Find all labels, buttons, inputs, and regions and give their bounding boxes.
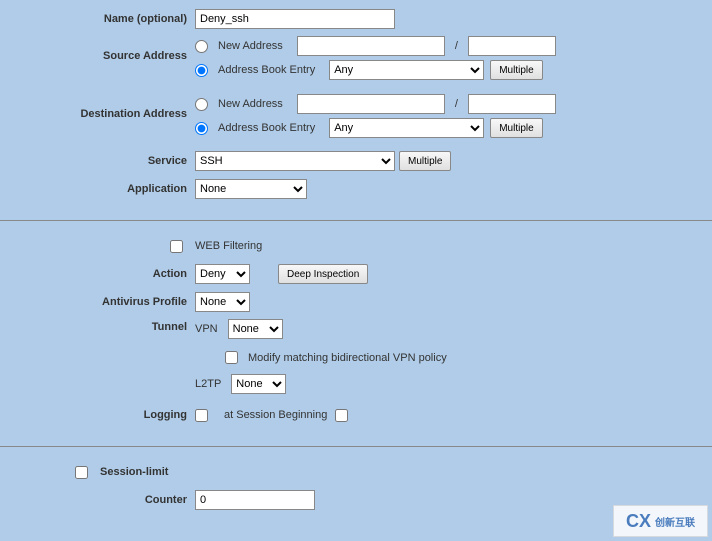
destination-new-address-text: New Address — [218, 98, 283, 110]
service-select[interactable]: SSH — [195, 151, 395, 171]
divider — [0, 220, 712, 221]
source-new-address-input2[interactable] — [468, 36, 556, 56]
watermark-logo: CX 创新互联 — [613, 505, 708, 537]
destination-multiple-button[interactable]: Multiple — [490, 118, 542, 138]
vpn-select[interactable]: None — [228, 319, 283, 339]
source-new-address-text: New Address — [218, 40, 283, 52]
service-label: Service — [0, 155, 195, 167]
destination-book-select[interactable]: Any — [329, 118, 484, 138]
source-book-text: Address Book Entry — [218, 64, 315, 76]
l2tp-label: L2TP — [195, 378, 221, 390]
antivirus-select[interactable]: None — [195, 292, 250, 312]
destination-book-radio[interactable] — [195, 122, 208, 135]
destination-new-address-radio[interactable] — [195, 98, 208, 111]
session-beginning-text: at Session Beginning — [224, 409, 327, 421]
session-limit-checkbox[interactable] — [75, 466, 88, 479]
action-select[interactable]: Deny — [195, 264, 250, 284]
source-book-radio[interactable] — [195, 64, 208, 77]
source-new-address-radio[interactable] — [195, 40, 208, 53]
destination-new-address-input2[interactable] — [468, 94, 556, 114]
source-book-select[interactable]: Any — [329, 60, 484, 80]
modify-vpn-text: Modify matching bidirectional VPN policy — [248, 352, 447, 364]
vpn-label: VPN — [195, 323, 218, 335]
name-input[interactable] — [195, 9, 395, 29]
logging-checkbox[interactable] — [195, 409, 208, 422]
action-label: Action — [0, 268, 195, 280]
name-label: Name (optional) — [0, 13, 195, 25]
destination-book-text: Address Book Entry — [218, 122, 315, 134]
antivirus-label: Antivirus Profile — [0, 296, 195, 308]
slash-text: / — [455, 98, 458, 110]
session-limit-text: Session-limit — [100, 466, 168, 478]
counter-label: Counter — [0, 494, 195, 506]
counter-input[interactable] — [195, 490, 315, 510]
divider — [0, 446, 712, 447]
web-filtering-text: WEB Filtering — [195, 240, 262, 252]
session-beginning-checkbox[interactable] — [335, 409, 348, 422]
source-multiple-button[interactable]: Multiple — [490, 60, 542, 80]
source-address-label: Source Address — [0, 36, 195, 62]
watermark-text: 创新互联 — [655, 514, 695, 529]
application-label: Application — [0, 183, 195, 195]
service-multiple-button[interactable]: Multiple — [399, 151, 451, 171]
source-new-address-input1[interactable] — [297, 36, 445, 56]
application-select[interactable]: None — [195, 179, 307, 199]
modify-vpn-checkbox[interactable] — [225, 351, 238, 364]
destination-address-label: Destination Address — [0, 94, 195, 120]
l2tp-select[interactable]: None — [231, 374, 286, 394]
deep-inspection-button[interactable]: Deep Inspection — [278, 264, 368, 284]
logging-label: Logging — [0, 409, 195, 421]
web-filtering-checkbox[interactable] — [170, 240, 183, 253]
tunnel-label: Tunnel — [0, 319, 195, 333]
slash-text: / — [455, 40, 458, 52]
destination-new-address-input1[interactable] — [297, 94, 445, 114]
watermark-icon: CX — [626, 511, 651, 532]
